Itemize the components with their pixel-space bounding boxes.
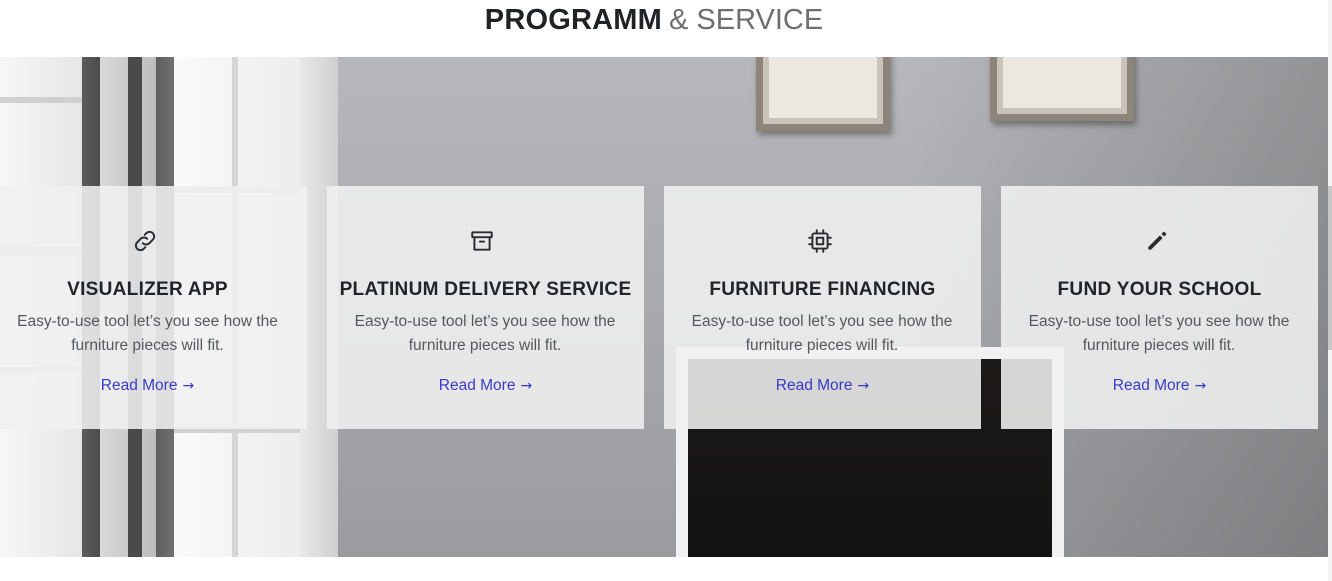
card-title: PLATINUM DELIVERY SERVICE (339, 279, 632, 300)
page: PROGRAMM & SERVICE VISUALIZER APP Easy-t… (0, 0, 1332, 581)
scrollbar-thumb[interactable] (1328, 186, 1332, 350)
wall-picture-frame (990, 57, 1134, 121)
card-description: Easy-to-use tool let’s you see how the f… (17, 313, 278, 354)
wall-picture-frame (756, 57, 890, 131)
card-title: VISUALIZER APP (67, 279, 228, 300)
read-more-label: Read More (775, 377, 853, 394)
read-more-label: Read More (438, 377, 516, 394)
section-title-light: & SERVICE (669, 4, 824, 36)
read-more-link[interactable]: Read More → (0, 375, 295, 397)
read-more-label: Read More (1112, 377, 1190, 394)
pencil-icon (1144, 228, 1170, 254)
arrow-right-icon: → (182, 378, 195, 394)
read-more-label: Read More (100, 377, 178, 394)
section-title-strong: PROGRAMM (484, 4, 662, 36)
arrow-right-icon: → (520, 378, 533, 394)
read-more-link[interactable]: Read More → (327, 375, 644, 397)
archive-box-icon (469, 228, 495, 254)
arrow-right-icon: → (857, 378, 870, 394)
card-description: Easy-to-use tool let’s you see how the f… (691, 313, 953, 354)
scrollbar[interactable] (1328, 0, 1332, 581)
card-description: Easy-to-use tool let’s you see how the f… (1028, 313, 1290, 354)
read-more-link[interactable]: Read More → (664, 375, 981, 397)
arrow-right-icon: → (1194, 378, 1207, 394)
chip-icon (807, 228, 833, 254)
section-title: PROGRAMM & SERVICE (0, 0, 1308, 40)
link-icon (132, 228, 158, 254)
read-more-link[interactable]: Read More → (1001, 375, 1318, 397)
card-description: Easy-to-use tool let’s you see how the f… (354, 313, 616, 354)
card-title: FUND YOUR SCHOOL (1057, 279, 1262, 300)
card-title: FURNITURE FINANCING (709, 279, 936, 300)
